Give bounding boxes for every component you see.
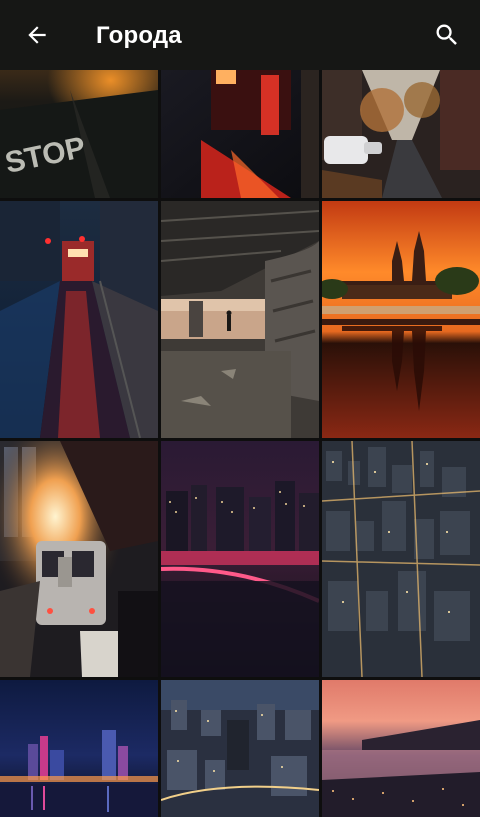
- photo-tile-cathedral-sunset-reflection[interactable]: [322, 201, 480, 438]
- photo-tile-autumn-street-cars[interactable]: [322, 70, 480, 198]
- search-icon: [436, 24, 457, 45]
- search-button[interactable]: [423, 11, 471, 59]
- photo-tile-aerial-city-night[interactable]: [322, 441, 480, 677]
- photo-tile-concrete-tunnel-silhouette[interactable]: [161, 201, 319, 438]
- photo-tile-night-tram-red-lights[interactable]: [0, 201, 158, 438]
- back-button[interactable]: [13, 11, 61, 59]
- photo-tile-train-platform-sunset[interactable]: [0, 441, 158, 677]
- photo-grid: STOP: [0, 70, 480, 817]
- photo-tile-skyline-purple-dusk[interactable]: [161, 441, 319, 677]
- arrow-back-icon: [28, 26, 46, 44]
- photo-tile-waterfront-skyline-night[interactable]: [0, 680, 158, 817]
- photo-tile-neon-wet-street[interactable]: [161, 70, 319, 198]
- photo-tile-coastal-city-pink-sky[interactable]: [322, 680, 480, 817]
- app-bar: Города: [0, 0, 480, 70]
- photo-tile-aerial-city-dusk[interactable]: [161, 680, 319, 817]
- page-title: Города: [96, 22, 182, 49]
- photo-tile-stop-road-night[interactable]: STOP: [0, 70, 158, 198]
